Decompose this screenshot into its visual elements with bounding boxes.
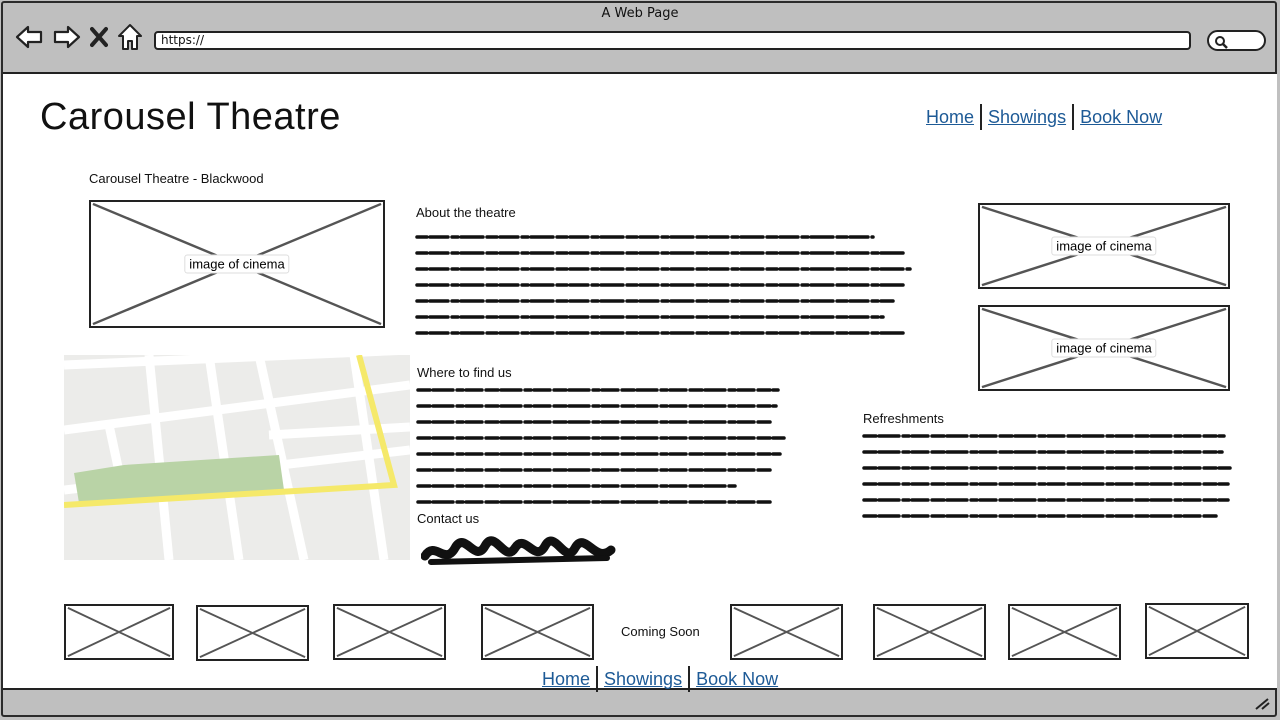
back-arrow-icon[interactable]: [14, 22, 44, 52]
main-cinema-image: image of cinema: [89, 200, 385, 328]
refreshments-text-scribble: [862, 434, 1232, 518]
image-caption: image of cinema: [1051, 338, 1157, 358]
location-heading: Carousel Theatre - Blackwood: [89, 171, 264, 186]
coming-soon-thumbnail[interactable]: [333, 604, 446, 660]
footer-nav: Home Showings Book Now: [536, 666, 784, 692]
forward-arrow-icon[interactable]: [52, 22, 82, 52]
nav-showings-link[interactable]: Showings: [982, 107, 1072, 128]
about-text-scribble: [415, 235, 912, 335]
coming-soon-thumbnail[interactable]: [730, 604, 843, 660]
coming-soon-thumbnail[interactable]: [1145, 603, 1249, 659]
footer-book-link[interactable]: Book Now: [690, 669, 784, 690]
coming-soon-thumbnail[interactable]: [481, 604, 594, 660]
url-bar[interactable]: https://: [154, 31, 1191, 50]
coming-soon-thumbnail[interactable]: [64, 604, 174, 660]
browser-nav: [14, 22, 144, 52]
nav-home-link[interactable]: Home: [920, 107, 980, 128]
nav-book-link[interactable]: Book Now: [1074, 107, 1168, 128]
find-us-text-scribble: [416, 388, 786, 504]
image-caption: image of cinema: [1051, 236, 1157, 256]
search-field[interactable]: [1207, 30, 1266, 51]
coming-soon-thumbnail[interactable]: [873, 604, 986, 660]
page-content: Carousel Theatre Home Showings Book Now …: [3, 72, 1277, 692]
side-cinema-image-2: image of cinema: [978, 305, 1230, 391]
side-cinema-image-1: image of cinema: [978, 203, 1230, 289]
window-title: A Web Page: [601, 6, 679, 21]
top-nav: Home Showings Book Now: [920, 104, 1168, 130]
footer-showings-link[interactable]: Showings: [598, 669, 688, 690]
coming-soon-thumbnail[interactable]: [1008, 604, 1121, 660]
home-icon[interactable]: [116, 22, 144, 52]
image-caption: image of cinema: [184, 254, 290, 274]
contact-heading: Contact us: [417, 511, 480, 526]
site-title: Carousel Theatre: [40, 96, 341, 138]
close-icon[interactable]: [90, 25, 108, 49]
footer-home-link[interactable]: Home: [536, 669, 596, 690]
location-map[interactable]: [64, 355, 410, 560]
contact-text-scribble: [421, 536, 616, 565]
refreshments-heading: Refreshments: [863, 411, 944, 426]
resize-handle-icon[interactable]: [1254, 695, 1270, 714]
coming-soon-label: Coming Soon: [621, 624, 700, 639]
about-heading: About the theatre: [416, 205, 516, 220]
coming-soon-thumbnail[interactable]: [196, 605, 309, 661]
find-us-heading: Where to find us: [417, 365, 512, 380]
